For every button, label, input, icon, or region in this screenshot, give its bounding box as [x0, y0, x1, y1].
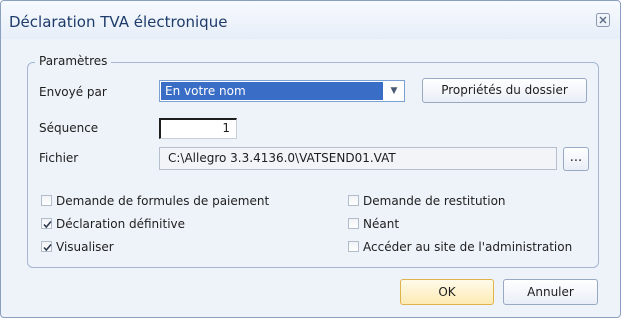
parameters-legend: Paramètres: [35, 54, 112, 68]
ok-button[interactable]: OK: [400, 279, 494, 305]
checkbox-label: Demande de restitution: [363, 194, 506, 208]
checkbox-box[interactable]: [41, 218, 52, 229]
sent-by-label: Envoyé par: [39, 85, 107, 99]
checkbox-box[interactable]: [41, 241, 52, 252]
sequence-input[interactable]: 1: [159, 118, 237, 139]
checkbox-label: Demande de formules de paiement: [56, 194, 270, 208]
file-label: Fichier: [39, 151, 79, 165]
checkbox-label: Néant: [363, 217, 400, 231]
checkbox-label: Déclaration définitive: [56, 217, 186, 231]
sequence-label: Séquence: [39, 121, 99, 135]
checkbox-box[interactable]: [348, 218, 359, 229]
checkbox-label: Accéder au site de l'administration: [363, 240, 573, 254]
checkbox-box[interactable]: [41, 195, 52, 206]
dialog-title: Déclaration TVA électronique: [9, 13, 228, 31]
sent-by-value: En votre nom: [161, 82, 383, 100]
checkbox-label: Visualiser: [56, 240, 114, 254]
folder-properties-button[interactable]: Propriétés du dossier: [422, 78, 587, 103]
cancel-button[interactable]: Annuler: [503, 279, 598, 305]
checkbox-box[interactable]: [348, 241, 359, 252]
close-icon[interactable]: [596, 13, 610, 27]
file-path-field[interactable]: C:\Allegro 3.3.4136.0\VATSEND01.VAT: [159, 147, 557, 170]
checkmark-icon: [43, 243, 52, 252]
checkbox-box[interactable]: [348, 195, 359, 206]
dialog-window: Déclaration TVA électronique Paramètres …: [0, 0, 621, 318]
chevron-down-icon[interactable]: ▼: [384, 81, 404, 101]
title-bar: Déclaration TVA électronique: [1, 1, 620, 39]
sent-by-select[interactable]: En votre nom ▼: [159, 80, 405, 102]
browse-button[interactable]: ...: [563, 147, 589, 171]
checkmark-icon: [43, 220, 52, 229]
